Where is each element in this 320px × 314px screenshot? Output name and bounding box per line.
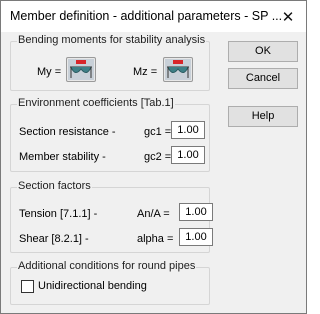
gc2-input[interactable]: 1.00 [171,146,205,164]
alpha-label: alpha = [137,233,174,245]
window-title: Member definition - additional parameter… [10,9,283,23]
gc2-label: gc2 = [144,151,172,163]
my-label: My = [37,66,62,78]
round-pipes-group: Additional conditions for round pipes Un… [10,260,210,305]
round-pipes-title: Additional conditions for round pipes [17,260,197,272]
ana-input[interactable]: 1.00 [179,203,213,221]
mz-moment-button[interactable] [163,57,193,82]
mz-label: Mz = [133,66,158,78]
moment-diagram-icon [68,59,94,80]
unidirectional-bending-label[interactable]: Unidirectional bending [38,280,147,292]
section-resistance-label: Section resistance - [19,126,116,138]
help-button[interactable]: Help [228,106,298,127]
section-factors-group: Section factors Tension [7.1.1] - An/A =… [10,180,213,253]
my-moment-button[interactable] [66,57,96,82]
bending-moments-title: Bending moments for stability analysis [17,34,207,46]
environment-coefficients-group: Environment coefficients [Tab.1] Section… [10,97,210,172]
alpha-input[interactable]: 1.00 [179,228,213,246]
unidirectional-bending-checkbox[interactable] [21,280,34,293]
environment-coefficients-title: Environment coefficients [Tab.1] [17,97,175,109]
gc1-input[interactable]: 1.00 [171,121,205,139]
title-bar: Member definition - additional parameter… [1,1,306,32]
gc1-label: gc1 = [144,126,172,138]
ok-button[interactable]: OK [228,41,298,62]
bending-moments-group: Bending moments for stability analysis M… [10,34,210,91]
dialog-window: Member definition - additional parameter… [0,0,307,314]
shear-label: Shear [8.2.1] - [19,233,89,245]
tension-label: Tension [7.1.1] - [19,208,98,220]
close-button[interactable]: ✕ [270,1,306,32]
member-stability-label: Member stability - [19,151,106,163]
section-factors-title: Section factors [17,180,92,192]
ana-label: An/A = [137,208,170,220]
moment-diagram-icon [165,59,191,80]
close-icon: ✕ [281,8,295,26]
cancel-button[interactable]: Cancel [228,68,298,89]
